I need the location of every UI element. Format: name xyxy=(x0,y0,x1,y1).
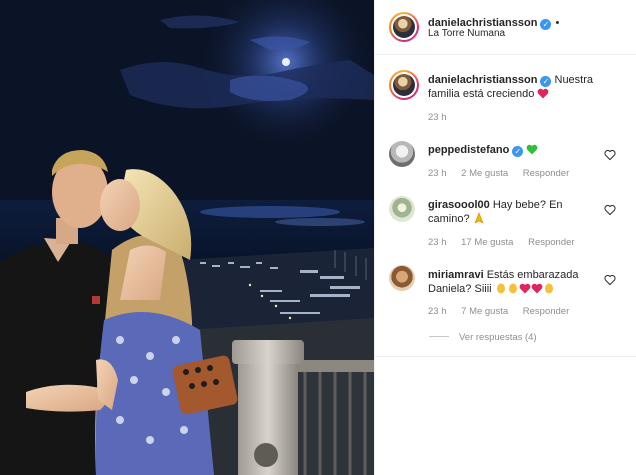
comment-meta: 23 h 17 Me gusta Responder xyxy=(428,237,587,248)
post-photo[interactable] xyxy=(0,0,374,475)
caption-text-line2: familia está creciendo xyxy=(428,88,535,100)
caption-avatar[interactable] xyxy=(389,70,419,100)
comment-time[interactable]: 23 h xyxy=(428,168,447,179)
caption-time[interactable]: 23 h xyxy=(428,112,447,123)
author-avatar[interactable] xyxy=(389,12,419,42)
panel-divider xyxy=(375,356,636,357)
caption-text-line1: Nuestra xyxy=(554,74,594,86)
verified-badge-icon: ✓ xyxy=(512,146,524,157)
comment-username[interactable]: peppedistefano xyxy=(428,144,509,156)
comment-text-line2: camino? xyxy=(428,213,470,225)
post-location[interactable]: La Torre Numana xyxy=(428,28,505,39)
reply-button[interactable]: Responder xyxy=(523,168,569,179)
comment-avatar[interactable] xyxy=(389,265,415,291)
view-replies-button[interactable]: Ver respuestas (4) xyxy=(429,332,537,343)
comment-likes[interactable]: 2 Me gusta xyxy=(461,168,508,179)
reply-button[interactable]: Responder xyxy=(523,306,569,317)
red-heart-emoji xyxy=(531,283,543,298)
comment-username[interactable]: girasoool00 xyxy=(428,199,490,211)
comment-text-line2: Daniela? Siiii xyxy=(428,283,492,295)
comment-likes[interactable]: 7 Me gusta xyxy=(461,306,508,317)
comment-meta: 23 h 2 Me gusta Responder xyxy=(428,168,581,179)
like-comment-heart-icon[interactable] xyxy=(604,203,616,216)
comment-avatar[interactable] xyxy=(389,141,415,167)
comment-text-line1: Hay bebe? En xyxy=(492,199,563,211)
green-heart-emoji xyxy=(526,144,538,159)
pray-emoji xyxy=(473,212,485,228)
clapping-hands-emoji xyxy=(507,282,519,298)
comment: girasoool00 Hay bebe? En camino? xyxy=(428,198,608,228)
photo-illustration xyxy=(0,0,374,475)
clapping-hands-emoji xyxy=(543,282,555,298)
like-comment-heart-icon[interactable] xyxy=(604,273,616,286)
comment-meta: 23 h 7 Me gusta Responder xyxy=(428,306,581,317)
clapping-hands-emoji xyxy=(495,282,507,298)
replies-divider-line xyxy=(429,336,449,337)
red-heart-emoji xyxy=(537,88,549,103)
comment-text-line1: Estás embarazada xyxy=(486,269,579,281)
comment-time[interactable]: 23 h xyxy=(428,306,447,317)
caption: danielachristiansson ✓ Nuestra familia es… xyxy=(428,73,618,103)
comment-avatar[interactable] xyxy=(389,196,415,222)
red-heart-emoji xyxy=(519,283,531,298)
separator-dot: • xyxy=(555,17,560,29)
comment-likes[interactable]: 17 Me gusta xyxy=(461,237,513,248)
like-comment-heart-icon[interactable] xyxy=(604,148,616,161)
comment-username[interactable]: miriamravi xyxy=(428,269,484,281)
comment: peppedistefano ✓ xyxy=(428,143,608,159)
post-panel: danielachristiansson ✓ • La Torre Numana d… xyxy=(374,0,636,475)
caption-username[interactable]: danielachristiansson xyxy=(428,74,537,86)
comment: miriamravi Estás embarazada Daniela? Sii… xyxy=(428,268,608,298)
reply-button[interactable]: Responder xyxy=(528,237,574,248)
post-header: danielachristiansson ✓ • La Torre Numana xyxy=(375,0,636,55)
verified-badge-icon: ✓ xyxy=(540,76,552,87)
comment-time[interactable]: 23 h xyxy=(428,237,447,248)
caption-meta: 23 h xyxy=(428,112,459,123)
verified-badge-icon: ✓ xyxy=(540,19,552,30)
view-replies-label: Ver respuestas (4) xyxy=(459,332,537,343)
